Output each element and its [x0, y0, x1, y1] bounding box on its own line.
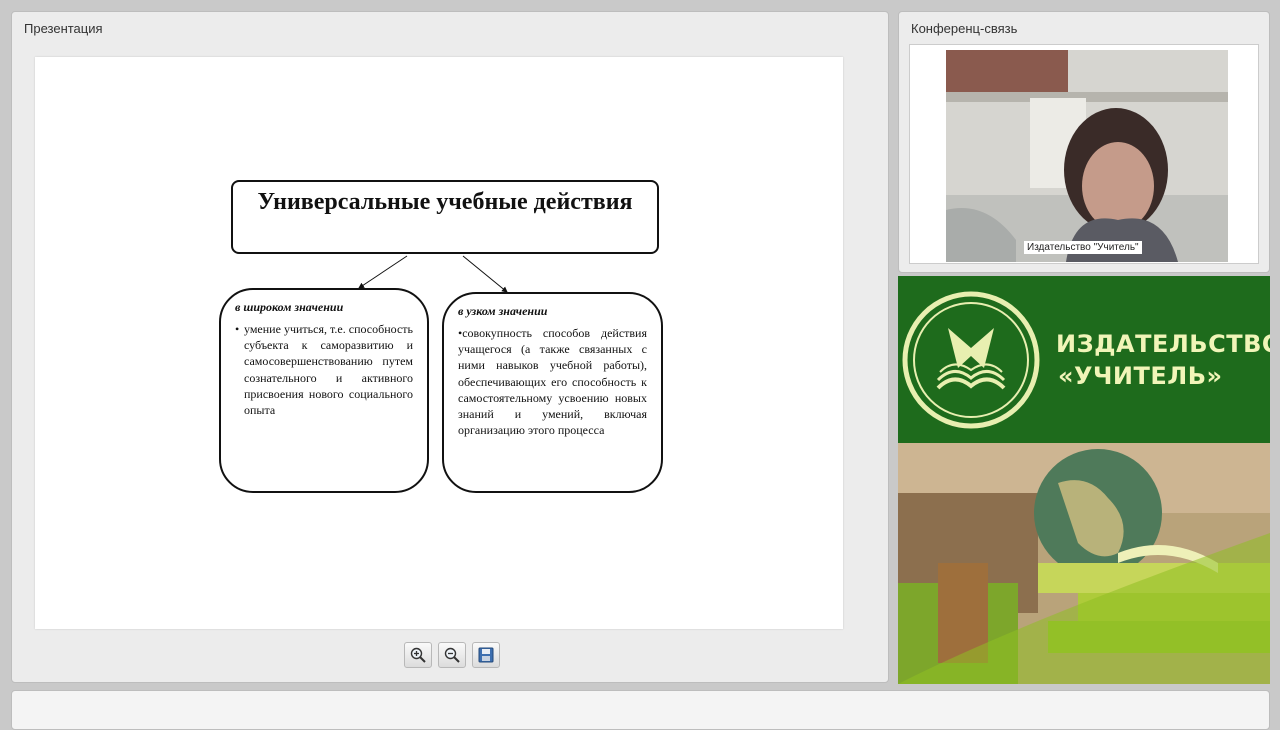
participant-video[interactable]: Издательство "Учитель": [946, 50, 1228, 262]
slide-title: Универсальные учебные действия: [257, 189, 633, 215]
save-icon: [478, 647, 494, 663]
slide-connectors: [358, 255, 508, 293]
publisher-banner: ИЗДАТЕЛЬСТВО «УЧИТЕЛЬ»: [898, 276, 1270, 443]
banner-image: [898, 443, 1270, 684]
broad-meaning-box: в широком значении • умение учиться, т.е…: [219, 288, 429, 493]
conference-panel-title: Конференц-связь: [911, 21, 1018, 36]
publisher-name-line2: «УЧИТЕЛЬ»: [1058, 362, 1223, 390]
zoom-in-button[interactable]: [404, 642, 432, 668]
bullet: •: [235, 322, 240, 336]
narrow-meaning-heading: в узком значении: [458, 304, 548, 318]
participant-name-label: Издательство "Учитель": [1024, 241, 1142, 254]
conference-panel: Конференц-связь Издательство "Учитель": [898, 11, 1270, 273]
broad-meaning-heading: в широком значении: [235, 300, 344, 314]
broad-meaning-text: умение учиться, т.е. способность субъект…: [244, 322, 413, 418]
save-button[interactable]: [472, 642, 500, 668]
publisher-name-line1: ИЗДАТЕЛЬСТВО: [1056, 330, 1270, 358]
zoom-out-button[interactable]: [438, 642, 466, 668]
presentation-toolbar: [404, 642, 500, 668]
presentation-panel: Презентация Универсальные учебные действ…: [11, 11, 889, 683]
video-frame: Издательство "Учитель": [909, 44, 1259, 264]
narrow-meaning-box: в узком значении •совокупность способов …: [442, 292, 663, 493]
publisher-logo-icon: [902, 291, 1040, 429]
connector-left: [358, 255, 408, 289]
bottom-panel: [11, 690, 1270, 730]
zoom-in-icon: [410, 647, 426, 663]
books-globe-image: [898, 443, 1270, 684]
participant-video-image: [946, 50, 1228, 262]
zoom-out-icon: [444, 647, 460, 663]
slide-canvas: Универсальные учебные действия в широком…: [35, 57, 843, 629]
narrow-meaning-text: •совокупность способов действия учащегос…: [458, 326, 647, 438]
slide-title-box: Универсальные учебные действия: [231, 180, 659, 254]
connector-right: [462, 255, 508, 293]
presentation-panel-title: Презентация: [24, 21, 103, 36]
